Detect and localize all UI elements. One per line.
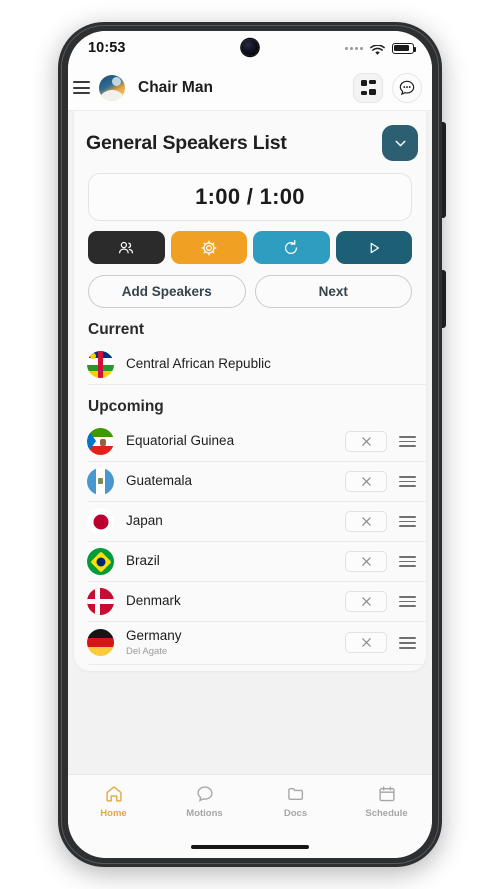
home-icon bbox=[105, 786, 122, 802]
page-header: General Speakers List bbox=[74, 111, 426, 173]
flag-icon-dnk bbox=[87, 588, 114, 615]
front-camera bbox=[241, 39, 259, 56]
speaker-name: Brazil bbox=[126, 553, 160, 569]
app-title: Chair Man bbox=[138, 78, 213, 96]
tab-label-schedule: Schedule bbox=[365, 808, 408, 819]
speakers-card: General Speakers List 1:00 / 1:00 Add Sp… bbox=[74, 111, 426, 671]
tab-label-motions: Motions bbox=[186, 808, 223, 819]
action-buttons bbox=[88, 231, 412, 264]
speaker-subtitle: Del Agate bbox=[126, 645, 168, 657]
play-button[interactable] bbox=[335, 231, 412, 264]
flag-icon-caf bbox=[87, 351, 114, 378]
chevron-down-icon bbox=[395, 140, 405, 146]
grid-view-button[interactable] bbox=[353, 72, 383, 103]
status-bar: 10:53 bbox=[68, 31, 432, 65]
close-x-icon bbox=[361, 517, 371, 526]
remove-speaker-button[interactable] bbox=[345, 632, 387, 654]
gear-icon bbox=[201, 240, 217, 255]
status-time: 10:53 bbox=[88, 40, 126, 56]
close-x-icon bbox=[361, 597, 371, 606]
drag-handle-icon[interactable] bbox=[399, 555, 416, 568]
reset-button[interactable] bbox=[253, 231, 330, 264]
volume-button[interactable] bbox=[442, 122, 446, 218]
current-speaker-name: Central African Republic bbox=[126, 356, 271, 372]
people-icon bbox=[119, 241, 134, 253]
list-item[interactable]: Denmark bbox=[87, 582, 426, 622]
tab-docs[interactable]: Docs bbox=[250, 784, 341, 819]
home-indicator bbox=[68, 836, 432, 858]
folder-icon bbox=[287, 788, 303, 800]
remove-speaker-button[interactable] bbox=[345, 471, 387, 492]
tab-schedule[interactable]: Schedule bbox=[341, 784, 432, 819]
app-logo-icon bbox=[99, 74, 125, 101]
list-item[interactable]: Japan bbox=[87, 502, 426, 542]
drag-handle-icon[interactable] bbox=[399, 515, 416, 528]
speaker-name: Guatemala bbox=[126, 473, 193, 489]
play-icon bbox=[370, 242, 379, 253]
drag-handle-icon[interactable] bbox=[399, 435, 416, 448]
phone-mockup: 10:53 Chair Man General Speakers List 1:… bbox=[0, 0, 500, 889]
grid-view-icon bbox=[360, 80, 376, 95]
chat-bubble-icon bbox=[399, 80, 415, 95]
add-speakers-button[interactable]: Add Speakers bbox=[88, 275, 246, 308]
drag-handle-icon[interactable] bbox=[399, 475, 416, 488]
battery-icon bbox=[392, 42, 417, 54]
close-x-icon bbox=[361, 477, 371, 486]
flag-icon-jpn bbox=[87, 508, 114, 535]
refresh-icon bbox=[285, 239, 298, 254]
collapse-button[interactable] bbox=[382, 125, 418, 161]
speaker-name: Denmark bbox=[126, 593, 181, 609]
bottom-navigation: Home Motions Docs Schedule bbox=[68, 774, 432, 836]
main-content: General Speakers List 1:00 / 1:00 Add Sp… bbox=[68, 111, 432, 774]
next-button[interactable]: Next bbox=[254, 275, 412, 308]
speaker-name: Equatorial Guinea bbox=[126, 433, 235, 449]
tab-home[interactable]: Home bbox=[68, 784, 159, 819]
page-title: General Speakers List bbox=[86, 131, 287, 154]
settings-button[interactable] bbox=[170, 231, 247, 264]
signal-dots-icon bbox=[345, 46, 363, 50]
list-item[interactable]: Germany Del Agate bbox=[87, 622, 426, 665]
secondary-buttons: Add Speakers Next bbox=[88, 275, 412, 308]
list-item[interactable]: Brazil bbox=[87, 542, 426, 582]
flag-icon-gtm bbox=[87, 468, 114, 495]
current-speaker-row[interactable]: Central African Republic bbox=[87, 345, 426, 385]
wifi-icon bbox=[370, 43, 385, 55]
speaker-name: Japan bbox=[126, 513, 163, 529]
status-indicators bbox=[345, 42, 417, 55]
drag-handle-icon[interactable] bbox=[399, 637, 416, 649]
flag-icon-deu bbox=[87, 629, 114, 657]
app-header: Chair Man bbox=[68, 65, 432, 111]
list-item[interactable]: Equatorial Guinea bbox=[87, 422, 426, 462]
speaker-name: Germany Del Agate bbox=[126, 628, 333, 658]
flag-icon-gnq bbox=[87, 428, 114, 455]
tab-label-home: Home bbox=[100, 808, 127, 819]
drag-handle-icon[interactable] bbox=[399, 595, 416, 608]
power-button[interactable] bbox=[442, 270, 446, 328]
timer-value: 1:00 / 1:00 bbox=[195, 184, 305, 209]
tab-label-docs: Docs bbox=[283, 808, 308, 819]
close-x-icon bbox=[361, 437, 371, 446]
chat-button[interactable] bbox=[392, 72, 422, 103]
remove-speaker-button[interactable] bbox=[345, 591, 387, 612]
timer-display: 1:00 / 1:00 bbox=[88, 173, 412, 221]
tab-motions[interactable]: Motions bbox=[159, 784, 250, 819]
remove-speaker-button[interactable] bbox=[345, 551, 387, 572]
remove-speaker-button[interactable] bbox=[345, 431, 387, 452]
close-x-icon bbox=[361, 638, 371, 648]
current-section-label: Current bbox=[88, 321, 144, 338]
speakers-button[interactable] bbox=[88, 231, 165, 264]
upcoming-speakers-list: Equatorial Guinea Guatemala Japan Brazil Den… bbox=[74, 422, 426, 665]
remove-speaker-button[interactable] bbox=[345, 511, 387, 532]
calendar-icon bbox=[378, 786, 395, 802]
hamburger-menu-icon[interactable] bbox=[73, 81, 90, 94]
upcoming-section-label: Upcoming bbox=[88, 398, 164, 415]
phone-screen: 10:53 Chair Man General Speakers List 1:… bbox=[68, 31, 432, 858]
close-x-icon bbox=[361, 557, 371, 566]
flag-icon-bra bbox=[87, 548, 114, 575]
list-item[interactable]: Guatemala bbox=[87, 462, 426, 502]
chat-icon bbox=[196, 786, 213, 802]
